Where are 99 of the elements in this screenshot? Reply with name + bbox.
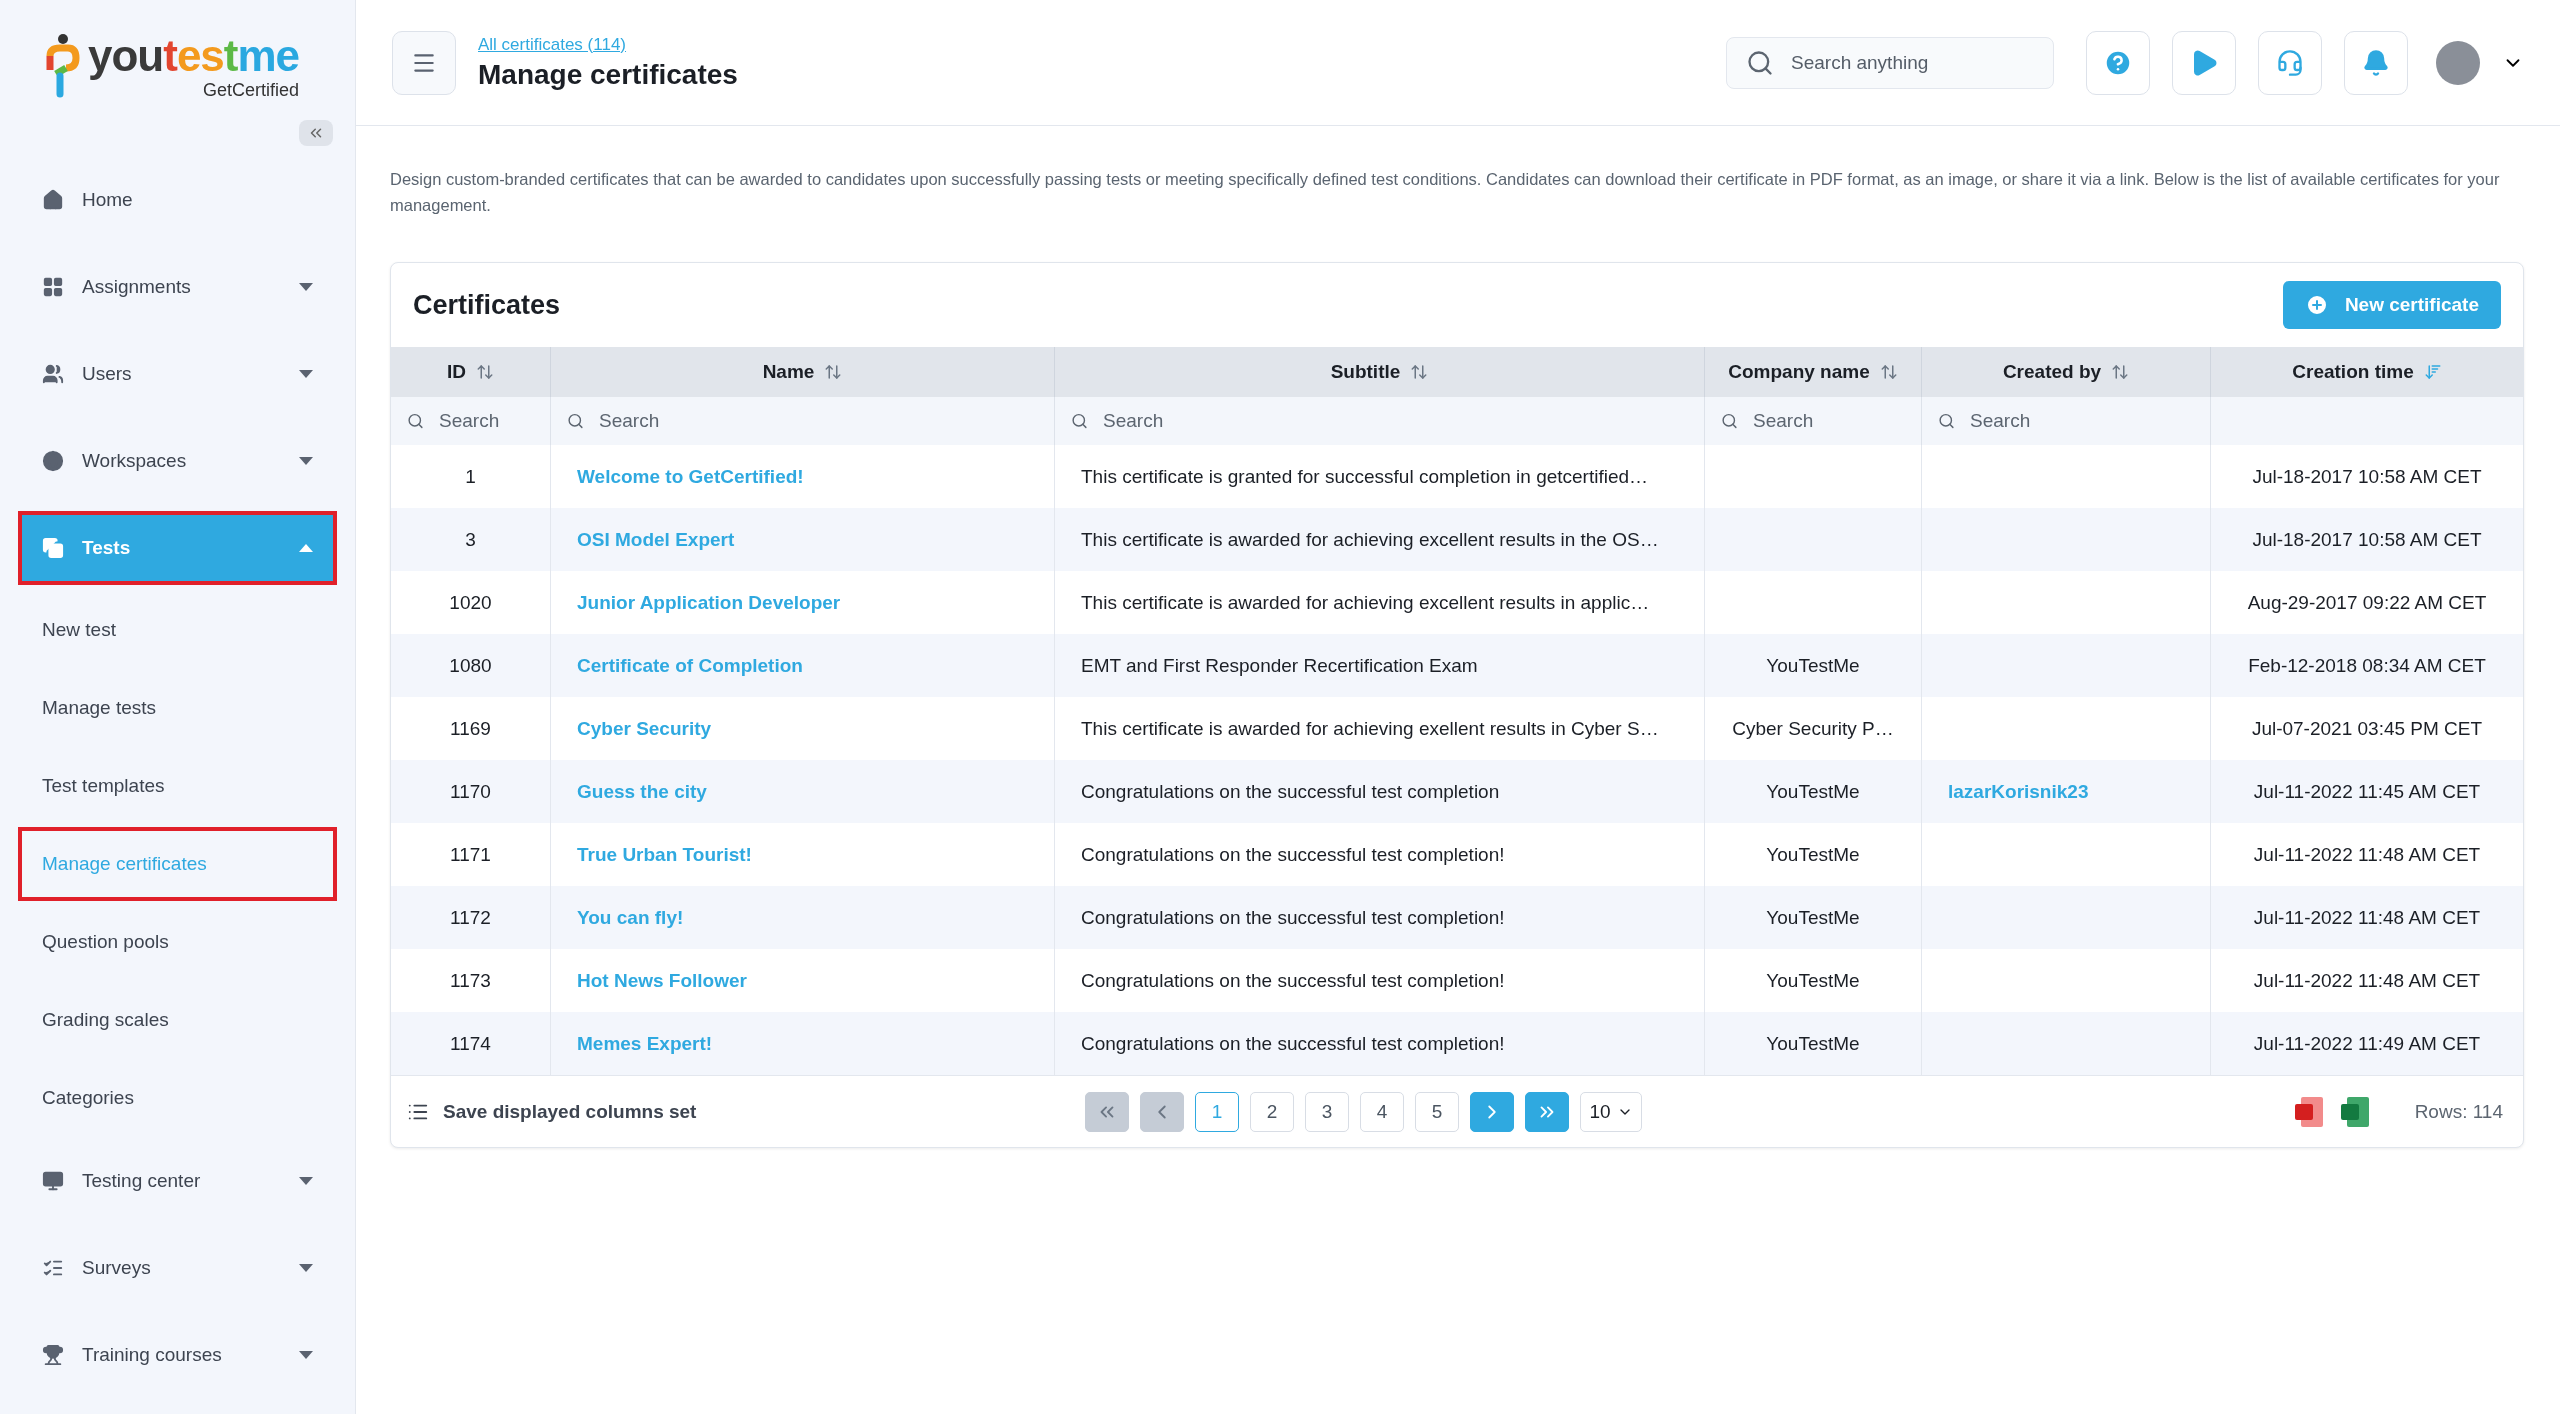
sidebar-subitem[interactable]: New test <box>22 597 333 663</box>
rows-count: Rows: 114 <box>2414 1100 2503 1123</box>
sort-icon[interactable] <box>1410 363 1429 381</box>
table-cell: Jul-11-2022 11:45 AM CET <box>2253 780 2481 803</box>
table-cell: 1174 <box>450 1032 491 1055</box>
table-cell: Congratulations on the successful test completion! <box>1081 906 1505 929</box>
table-cell: Congratulations on the successful test completion <box>1081 780 1500 803</box>
save-columns-button[interactable]: Save displayed columns set <box>407 1100 697 1123</box>
table-cell: 1 <box>465 465 476 488</box>
sidebar-subitem[interactable]: Manage tests <box>22 675 333 741</box>
sidebar-item[interactable]: Workspaces <box>22 427 333 494</box>
column-filter-field[interactable]: Search <box>405 403 525 439</box>
avatar[interactable] <box>2436 40 2480 85</box>
table-cell: YouTestMe <box>1766 906 1860 929</box>
table-cell: Jul-18-2017 10:58 AM CET <box>2252 465 2482 488</box>
page-button[interactable]: 2 <box>1250 1091 1295 1132</box>
sort-icon[interactable] <box>476 363 494 381</box>
trophy-icon <box>42 1343 64 1366</box>
sort-active-icon[interactable] <box>2423 363 2442 381</box>
collapse-sidebar-button[interactable] <box>299 120 333 146</box>
page-description: Design custom-branded certificates that can be awarded to candidates upon successfully passing tests or meeting specifically defined test conditions. Candidates can download their certificate in PDF format, as an image, or share it via a link. Below is the list of available certificates for your management. <box>390 169 2501 216</box>
table-cell: 1169 <box>450 717 491 740</box>
table-cell: This certificate is awarded for achieving excellent results in the OS… <box>1081 528 1659 551</box>
table-cell: This certificate is awarded for achieving excellent results in applic… <box>1081 591 1650 614</box>
sidebar-item[interactable]: Training courses <box>22 1321 333 1388</box>
sidebar-item[interactable]: Assignments <box>22 253 333 320</box>
table-cell: Congratulations on the successful test completion! <box>1081 843 1505 866</box>
sidebar-item[interactable]: Surveys <box>22 1234 333 1301</box>
search-field[interactable]: Search anything <box>1726 36 2054 89</box>
help-button[interactable] <box>2086 30 2150 95</box>
pages-icon <box>42 536 64 559</box>
page-button[interactable]: 4 <box>1360 1091 1405 1132</box>
next-page-button[interactable] <box>1470 1091 1515 1132</box>
table-cell: Jul-18-2017 10:58 AM CET <box>2252 528 2482 551</box>
table-cell: 1020 <box>449 591 492 614</box>
search-icon <box>1721 412 1738 430</box>
table-cell: YouTestMe <box>1766 843 1860 866</box>
table-cell: 1171 <box>450 843 491 866</box>
column-filter-field[interactable]: Search <box>565 403 745 439</box>
table-cell: This certificate is granted for successful completion in getcertified… <box>1081 465 1649 488</box>
monitor-icon <box>42 1169 64 1192</box>
search-icon <box>1938 412 1955 430</box>
play-button[interactable] <box>2172 30 2236 95</box>
notifications-button[interactable] <box>2344 30 2408 95</box>
table-cell: YouTestMe <box>1766 969 1860 992</box>
table-cell: 1080 <box>449 654 492 677</box>
logo-mark-icon <box>46 34 80 100</box>
sidebar-subitem[interactable]: Test templates <box>22 753 333 819</box>
table-cell: YouTestMe <box>1766 780 1860 803</box>
page-title: Manage certificates <box>478 58 739 91</box>
sidebar-item[interactable]: Testing center <box>22 1147 333 1214</box>
table-cell: Jul-11-2022 11:48 AM CET <box>2253 906 2481 929</box>
logo-wordmark: youtestme <box>88 34 300 78</box>
table-cell: Jul-11-2022 11:48 AM CET <box>2253 969 2481 992</box>
sidebar-item[interactable]: Home <box>22 166 333 233</box>
menu-button[interactable] <box>392 30 456 95</box>
table-cell: Aug-29-2017 09:22 AM CET <box>2247 591 2487 614</box>
card-title: Certificates <box>413 289 561 321</box>
page-button[interactable]: 3 <box>1305 1091 1350 1132</box>
column-header[interactable]: Creation time <box>2211 347 2523 397</box>
page-button[interactable]: 5 <box>1415 1091 1460 1132</box>
table-cell: YouTestMe <box>1766 654 1860 677</box>
table-cell: Congratulations on the successful test completion! <box>1081 1032 1505 1055</box>
table-cell: Congratulations on the successful test completion! <box>1081 969 1505 992</box>
table-cell: Jul-11-2022 11:48 AM CET <box>2253 843 2481 866</box>
sort-icon[interactable] <box>1879 363 1898 381</box>
table-cell: 1170 <box>450 780 491 803</box>
search-icon <box>407 412 424 430</box>
table-cell: This certificate is awarded for achieving exellent results in Cyber S… <box>1081 717 1659 740</box>
table-cell: 1172 <box>450 906 491 929</box>
sidebar-subitem[interactable]: Question pools <box>22 909 333 975</box>
headset-icon[interactable] <box>2276 48 2304 77</box>
table-cell: 1173 <box>450 969 491 992</box>
column-filter-field[interactable]: Search <box>1719 403 1899 439</box>
bell-icon[interactable] <box>2362 48 2390 77</box>
table-cell: YouTestMe <box>1766 1032 1860 1055</box>
search-icon <box>1746 48 1774 77</box>
house-icon <box>42 188 64 211</box>
search-icon <box>1071 412 1088 430</box>
table-cell: Jul-07-2021 03:45 PM CET <box>2251 717 2483 740</box>
column-filter-field[interactable]: Search <box>1936 403 2116 439</box>
sidebar-item[interactable]: Users <box>22 340 333 407</box>
sort-icon[interactable] <box>2111 363 2130 381</box>
grid-icon <box>42 275 64 298</box>
page-size-select[interactable]: 10 <box>1580 1091 1643 1132</box>
users-icon <box>42 362 64 385</box>
table-cell: Jul-11-2022 11:49 AM CET <box>2253 1032 2481 1055</box>
last-page-button[interactable] <box>1525 1091 1570 1132</box>
table-cell: Feb-12-2018 08:34 AM CET <box>2248 654 2486 677</box>
sidebar-subitem[interactable]: Categories <box>22 1065 333 1131</box>
table-cell: Cyber Security P… <box>1732 717 1894 740</box>
headset-button[interactable] <box>2258 30 2322 95</box>
logo-subtitle: GetCertified <box>203 80 300 101</box>
search-icon <box>567 412 584 430</box>
sort-icon[interactable] <box>824 363 843 381</box>
table-cell: EMT and First Responder Recertification Exam <box>1081 654 1478 677</box>
sidebar-subitem[interactable]: Grading scales <box>22 987 333 1053</box>
column-filter-field[interactable]: Search <box>1069 403 1249 439</box>
table-cell: 3 <box>465 528 476 551</box>
